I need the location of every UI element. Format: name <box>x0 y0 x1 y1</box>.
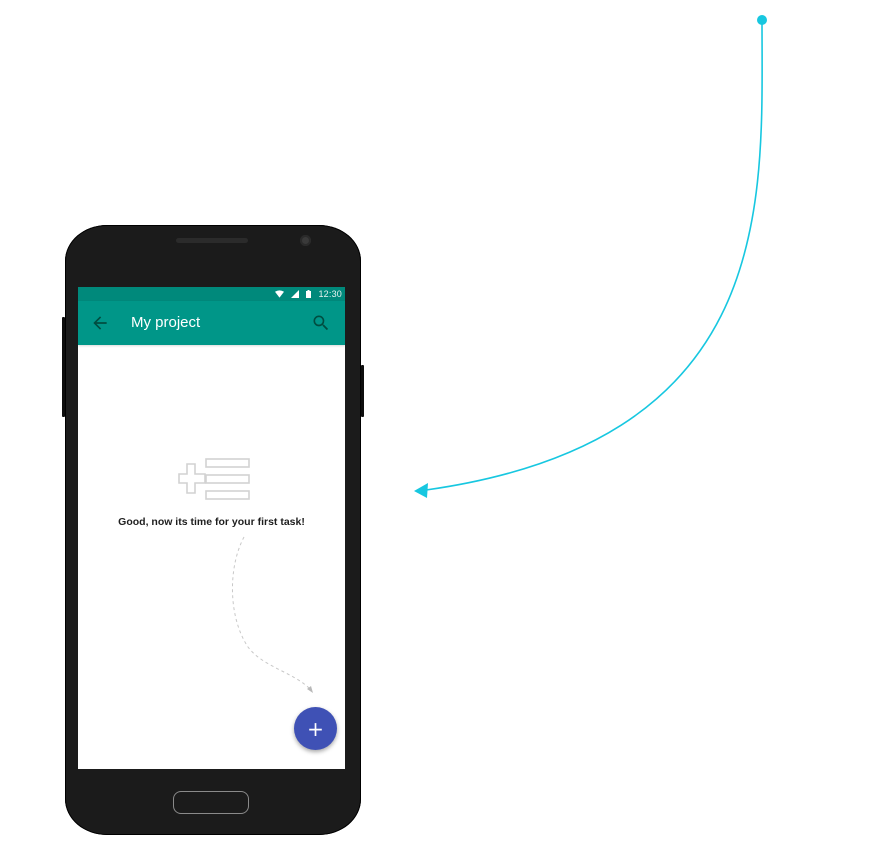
add-task-fab[interactable]: + <box>294 707 337 750</box>
power-button <box>361 365 364 417</box>
arrow-back-icon[interactable] <box>90 313 110 333</box>
empty-state-message: Good, now its time for your first task! <box>118 516 305 528</box>
status-time: 12:30 <box>318 289 342 299</box>
phone-screen: 12:30 My project Good, now its time for … <box>78 287 345 769</box>
connector-arrowhead <box>414 483 428 498</box>
plus-icon: + <box>307 716 324 741</box>
connector-path <box>425 19 763 491</box>
add-list-icon <box>178 458 250 500</box>
home-button[interactable] <box>173 791 249 814</box>
signal-icon <box>291 290 300 298</box>
front-camera <box>300 235 311 246</box>
earpiece-speaker <box>176 238 248 243</box>
app-bar: My project <box>78 301 345 345</box>
status-bar: 12:30 <box>78 287 345 301</box>
hint-dashed-arrow <box>231 536 313 693</box>
phone-device: 12:30 My project Good, now its time for … <box>62 225 364 835</box>
search-icon[interactable] <box>311 313 331 333</box>
battery-icon <box>306 290 312 298</box>
page-title: My project <box>131 314 201 331</box>
volume-button <box>62 317 65 417</box>
wifi-icon <box>275 290 285 298</box>
